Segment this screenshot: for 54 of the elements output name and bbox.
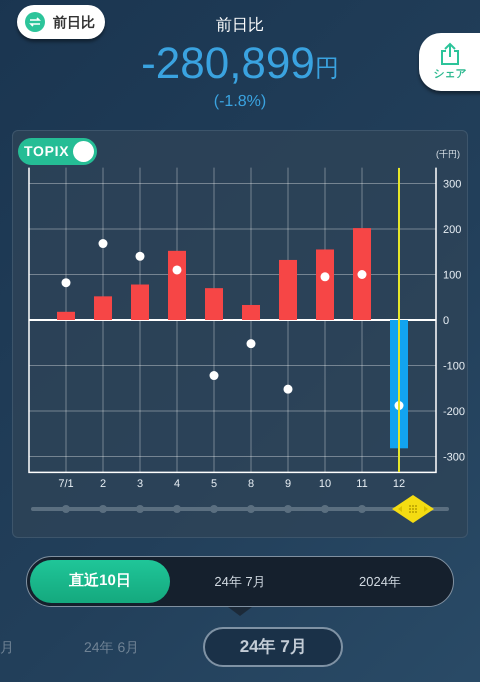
amount-value: -280,899: [141, 40, 315, 88]
topix-dot: [358, 270, 366, 279]
y-tick-label: 0: [443, 315, 450, 327]
month-tab[interactable]: 24年 7月: [203, 627, 344, 667]
date-slider[interactable]: [31, 497, 449, 521]
slider-handle[interactable]: [391, 494, 436, 524]
bar: [205, 288, 223, 320]
y-tick-label: 100: [443, 270, 462, 282]
y-tick-label: 300: [443, 178, 462, 190]
header-title: 前日比: [216, 16, 264, 36]
x-tick-label: 7/1: [58, 478, 74, 490]
share-icon: [440, 42, 460, 66]
x-tick-label: 2: [100, 478, 106, 490]
x-tick-label: 5: [210, 478, 218, 490]
bar: [94, 296, 112, 320]
bar: [242, 304, 260, 320]
y-tick-label: -300: [443, 452, 466, 464]
topix-dot: [62, 278, 70, 288]
topix-dot: [394, 401, 404, 410]
topix-dot: [98, 239, 108, 248]
x-tick-label: 9: [284, 478, 292, 490]
period-tab[interactable]: 直近10日: [30, 560, 170, 603]
topix-dot: [210, 371, 218, 380]
bar: [279, 260, 297, 320]
y-tick-label: -200: [443, 406, 466, 418]
percent-change: (-1.8%): [214, 92, 266, 112]
topix-toggle[interactable]: TOPIX: [18, 138, 98, 165]
x-tick-label: 3: [136, 478, 144, 490]
period-tab[interactable]: 24年 7月: [170, 560, 310, 603]
x-tick-label: 4: [174, 478, 180, 490]
x-tick-label: 8: [248, 478, 254, 490]
month-tab[interactable]: 月: [0, 636, 20, 658]
x-tick-label: 11: [356, 478, 368, 490]
bar: [316, 249, 334, 320]
amount-unit: 円: [314, 54, 339, 84]
bar: [57, 312, 75, 320]
period-tab[interactable]: 2024年: [310, 560, 450, 603]
topix-dot: [284, 384, 292, 394]
toggle-knob: [73, 141, 94, 162]
topix-dot: [172, 265, 182, 274]
topix-dot: [320, 272, 330, 282]
bar: [168, 250, 186, 320]
unit-label: (千円): [436, 148, 461, 161]
x-tick-label: 10: [318, 478, 332, 490]
compare-button[interactable]: 前日比: [17, 5, 105, 39]
x-tick-label: 12: [392, 478, 406, 490]
y-tick-label: -100: [443, 360, 466, 372]
topix-dot: [136, 252, 144, 261]
share-button[interactable]: シェア: [419, 33, 480, 91]
topix-dot: [246, 339, 256, 348]
swap-icon: [25, 12, 45, 32]
y-tick-label: 200: [443, 224, 462, 236]
bar: [131, 284, 149, 320]
month-tab[interactable]: 24年 6月: [84, 636, 140, 658]
